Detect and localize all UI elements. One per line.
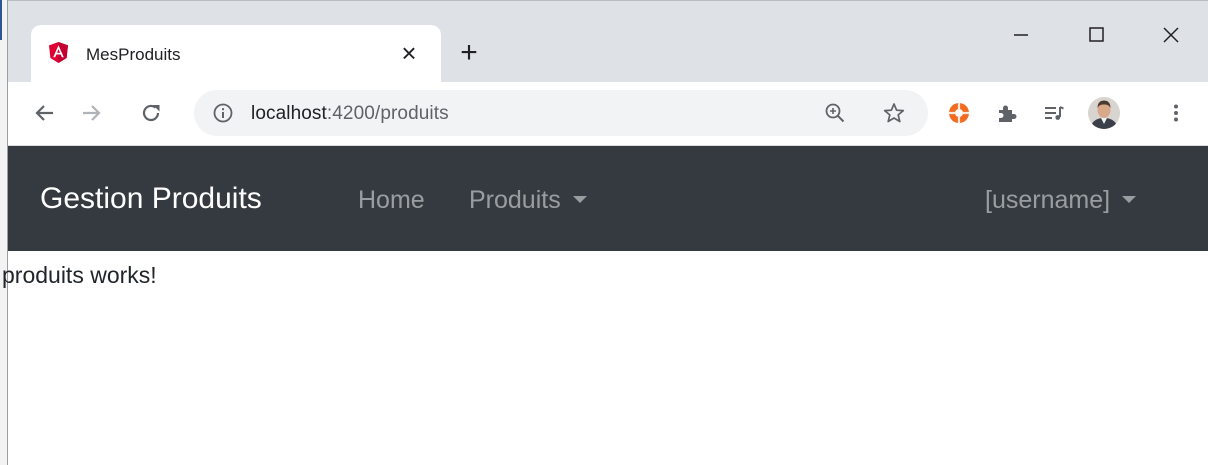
minimize-icon bbox=[1014, 34, 1028, 36]
browser-window: MesProduits × + localhost:4200/produits bbox=[2, 0, 1208, 465]
info-icon[interactable] bbox=[212, 102, 234, 124]
new-tab-button[interactable]: + bbox=[455, 38, 483, 68]
url-host: localhost bbox=[251, 103, 327, 124]
extension-button[interactable] bbox=[944, 98, 974, 128]
browser-toolbar: localhost:4200/produits bbox=[8, 82, 1208, 146]
extensions-button[interactable] bbox=[991, 98, 1021, 128]
tab-title: MesProduits bbox=[86, 45, 181, 64]
puzzle-icon bbox=[999, 105, 1017, 122]
url-path: :4200/produits bbox=[326, 103, 449, 124]
nav-home-link[interactable]: Home bbox=[358, 186, 425, 215]
username-label: [username] bbox=[985, 186, 1111, 214]
media-queue-button[interactable] bbox=[1039, 98, 1069, 128]
address-bar[interactable]: localhost:4200/produits bbox=[194, 90, 928, 136]
url-text[interactable]: localhost:4200/produits bbox=[251, 103, 449, 125]
page-message: produits works! bbox=[2, 262, 157, 288]
minimize-button[interactable] bbox=[998, 15, 1044, 55]
left-window-edge bbox=[0, 0, 8, 465]
browser-tab[interactable]: MesProduits × bbox=[31, 25, 441, 83]
profile-avatar bbox=[1088, 97, 1120, 129]
user-dropdown[interactable]: [username] bbox=[985, 186, 1137, 215]
back-button[interactable] bbox=[30, 98, 60, 128]
forward-button[interactable] bbox=[76, 98, 106, 128]
tab-strip: MesProduits × + bbox=[8, 0, 1208, 83]
navbar-brand[interactable]: Gestion Produits bbox=[40, 182, 262, 216]
caret-down-icon bbox=[1122, 196, 1137, 204]
reload-button[interactable] bbox=[136, 98, 166, 128]
reload-icon bbox=[142, 104, 160, 122]
media-queue-icon bbox=[1045, 106, 1064, 120]
app-navbar: Gestion Produits Home Produits [username… bbox=[8, 146, 1208, 251]
browser-menu-button[interactable] bbox=[1161, 98, 1191, 128]
profile-button[interactable] bbox=[1087, 96, 1121, 130]
caret-down-icon bbox=[572, 196, 587, 204]
nav-produits-dropdown[interactable]: Produits bbox=[469, 186, 587, 215]
menu-dots-icon bbox=[1174, 104, 1178, 122]
tab-close-button[interactable]: × bbox=[397, 39, 421, 67]
close-window-button[interactable] bbox=[1148, 15, 1194, 55]
angular-icon bbox=[49, 42, 68, 63]
maximize-icon bbox=[1089, 27, 1104, 42]
maximize-button[interactable] bbox=[1073, 15, 1119, 55]
close-icon bbox=[1163, 27, 1179, 43]
star-icon[interactable] bbox=[882, 101, 906, 125]
extension-orange-icon bbox=[949, 103, 969, 123]
zoom-icon[interactable] bbox=[824, 102, 846, 124]
back-arrow-icon bbox=[35, 105, 53, 121]
forward-arrow-icon bbox=[83, 105, 101, 121]
nav-produits-label: Produits bbox=[469, 186, 561, 214]
